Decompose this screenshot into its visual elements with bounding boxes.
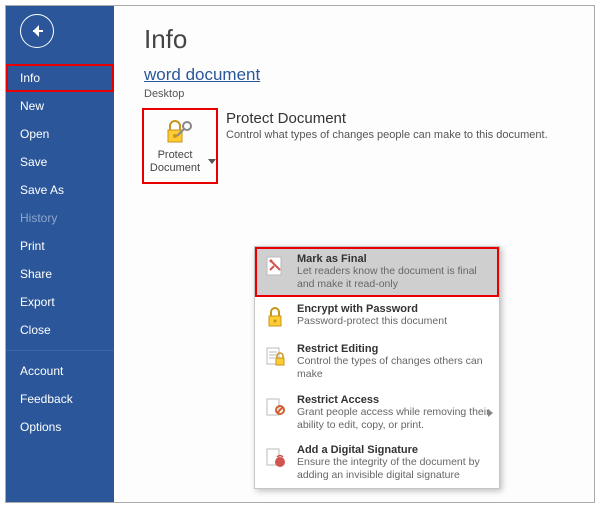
menu-mark-as-final[interactable]: Mark as Final Let readers know the docum… (255, 247, 499, 297)
nav-open[interactable]: Open (6, 120, 114, 148)
page-title: Info (114, 6, 594, 65)
nav-account[interactable]: Account (6, 357, 114, 385)
backstage-sidebar: Info New Open Save Save As History Print… (6, 6, 114, 502)
submenu-arrow-icon (488, 409, 493, 417)
nav-save[interactable]: Save (6, 148, 114, 176)
nav-share[interactable]: Share (6, 260, 114, 288)
protect-desc: Control what types of changes people can… (226, 129, 594, 141)
menu-item-title: Mark as Final (297, 253, 491, 265)
restrict-access-icon (263, 396, 287, 420)
protect-document-button[interactable]: Protect Document (144, 110, 216, 182)
nav-separator (6, 350, 114, 351)
nav-options[interactable]: Options (6, 413, 114, 441)
nav-print[interactable]: Print (6, 232, 114, 260)
signature-icon (263, 446, 287, 470)
nav-export[interactable]: Export (6, 288, 114, 316)
menu-item-desc: Password-protect this document (297, 315, 491, 328)
nav-save-as[interactable]: Save As (6, 176, 114, 204)
menu-item-title: Restrict Access (297, 394, 491, 406)
restrict-editing-icon (263, 345, 287, 369)
document-name-link[interactable]: word document (114, 65, 594, 85)
menu-item-title: Restrict Editing (297, 343, 491, 355)
protect-button-label: Protect Document (144, 149, 216, 173)
mark-final-icon (263, 255, 287, 279)
menu-item-desc: Let readers know the document is final a… (297, 265, 491, 291)
menu-item-desc: Grant people access while removing their… (297, 406, 491, 432)
menu-item-desc: Control the types of changes others can … (297, 355, 491, 381)
nav-close[interactable]: Close (6, 316, 114, 344)
menu-item-title: Add a Digital Signature (297, 444, 491, 456)
protect-section: Protect Document Protect Document Contro… (114, 110, 594, 182)
menu-restrict-access[interactable]: Restrict Access Grant people access whil… (255, 388, 499, 438)
nav-history: History (6, 204, 114, 232)
menu-restrict-editing[interactable]: Restrict Editing Control the types of ch… (255, 337, 499, 387)
nav-feedback[interactable]: Feedback (6, 385, 114, 413)
lock-key-icon (165, 118, 195, 146)
nav-new[interactable]: New (6, 92, 114, 120)
lock-icon (263, 305, 287, 329)
protect-title: Protect Document (226, 110, 594, 129)
protect-document-menu: Mark as Final Let readers know the docum… (254, 246, 500, 489)
chevron-down-icon (208, 159, 216, 164)
menu-add-signature[interactable]: Add a Digital Signature Ensure the integ… (255, 438, 499, 488)
nav-info[interactable]: Info (6, 64, 114, 92)
menu-item-title: Encrypt with Password (297, 303, 491, 315)
menu-item-desc: Ensure the integrity of the document by … (297, 456, 491, 482)
back-arrow-icon (29, 23, 45, 39)
back-button[interactable] (20, 14, 54, 48)
nav-top: Info New Open Save Save As History Print… (6, 64, 114, 441)
document-location: Desktop (114, 85, 594, 110)
main-pane: Info word document Desktop Protect Docum… (114, 6, 594, 502)
menu-encrypt-password[interactable]: Encrypt with Password Password-protect t… (255, 297, 499, 337)
